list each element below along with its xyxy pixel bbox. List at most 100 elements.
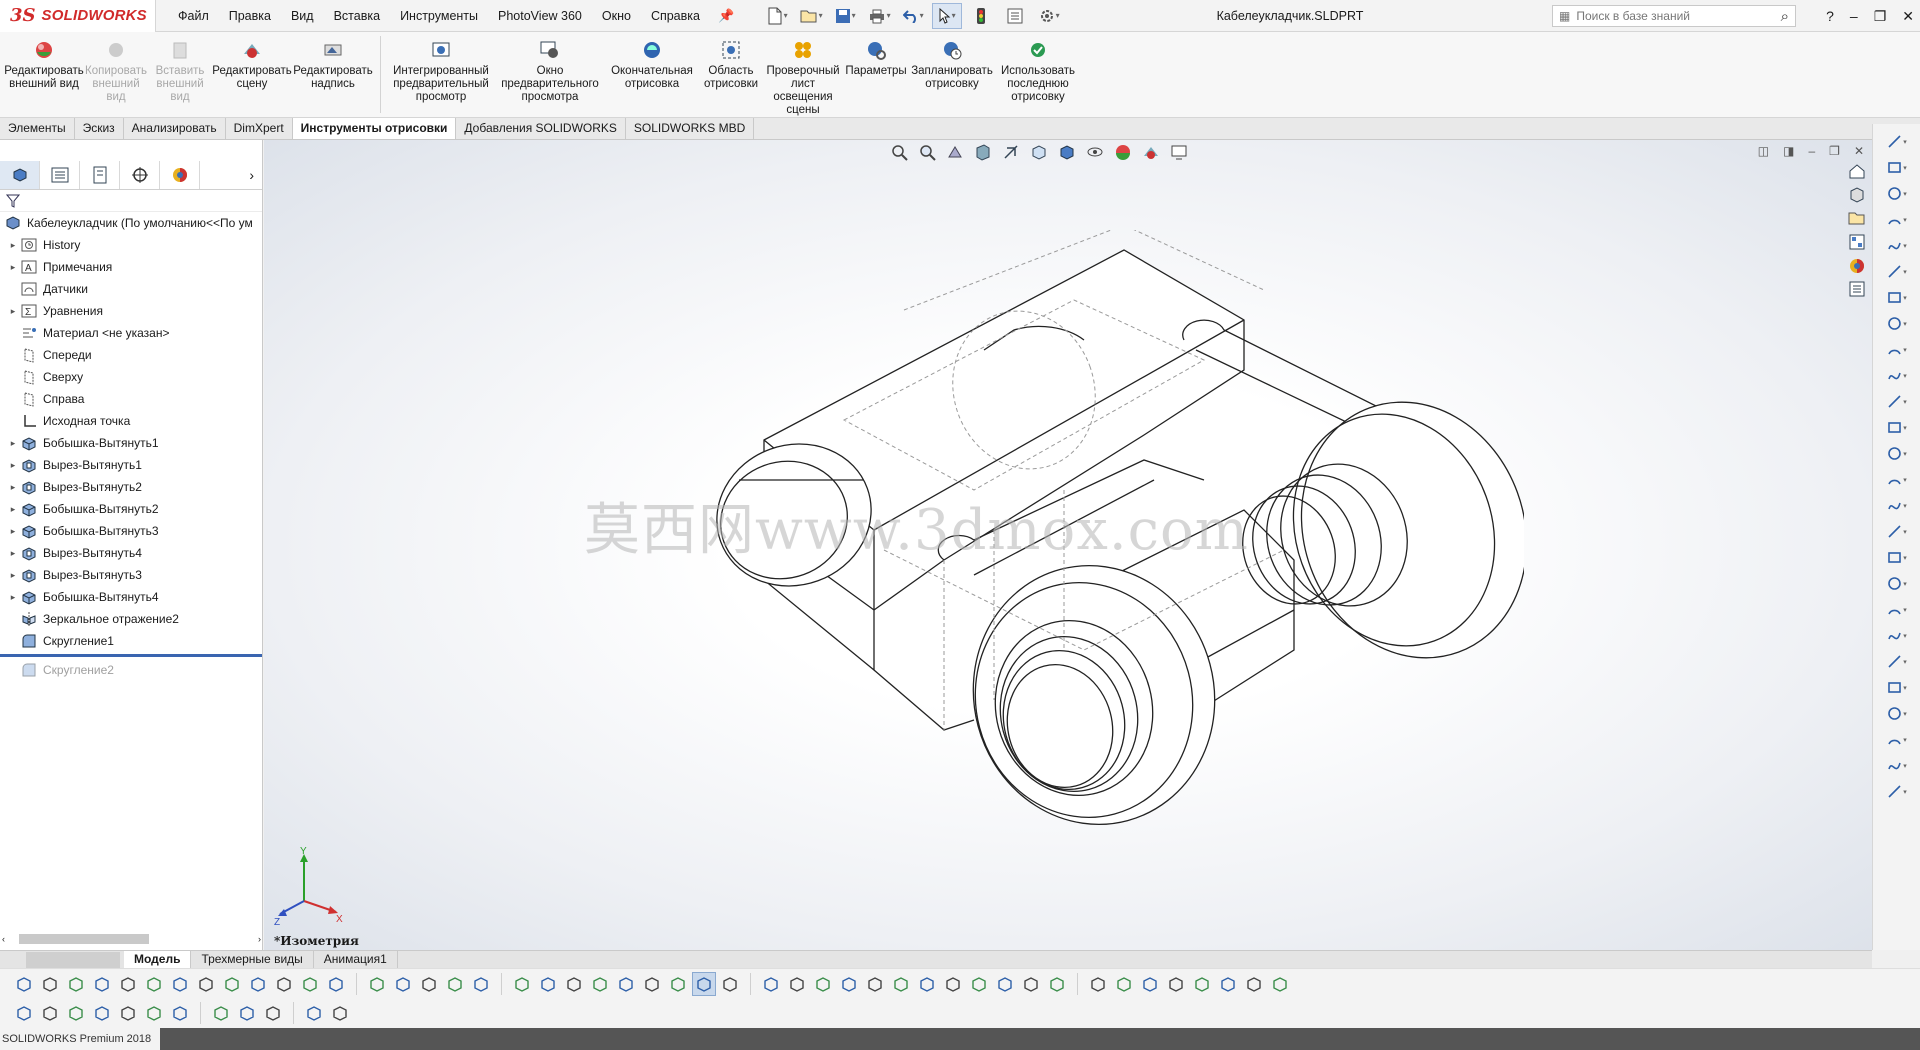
exit-sketch-icon[interactable]: [261, 1001, 285, 1025]
tab-sketch[interactable]: Эскиз: [75, 118, 124, 139]
expand-arrow-icon[interactable]: ▸: [6, 592, 20, 603]
point-icon[interactable]: ▾: [1877, 416, 1917, 439]
view-settings-icon[interactable]: [1168, 142, 1190, 162]
tab-navigation-arrows[interactable]: [26, 951, 120, 968]
design-library-icon[interactable]: [1845, 184, 1869, 206]
sketch-icon[interactable]: ▾: [1877, 130, 1917, 153]
drawing-sheet-icon[interactable]: [328, 1001, 352, 1025]
linear-pattern-icon[interactable]: ▾: [1877, 624, 1917, 647]
search-input[interactable]: Поиск в базе знаний: [1576, 9, 1690, 23]
rapid-sketch-icon[interactable]: ▾: [1877, 754, 1917, 777]
tree-item[interactable]: ▸ Вырез-Вытянуть4: [0, 542, 262, 564]
expand-arrow-icon[interactable]: ▸: [6, 262, 20, 273]
mirror-tool-icon[interactable]: [941, 972, 965, 996]
view-orientation-icon[interactable]: [1028, 142, 1050, 162]
render-options-button[interactable]: Параметры: [843, 32, 909, 117]
menu-photoview[interactable]: PhotoView 360: [488, 0, 592, 32]
restore-button[interactable]: ❐: [1874, 0, 1887, 32]
spelling-icon[interactable]: [12, 972, 36, 996]
front-view-icon[interactable]: [536, 972, 560, 996]
tree-filter[interactable]: [0, 190, 262, 212]
expand-arrow-icon[interactable]: ▸: [6, 548, 20, 559]
solidworks-logo[interactable]: 3S SOLIDWORKS: [0, 0, 156, 32]
menu-window[interactable]: Окно: [592, 0, 641, 32]
menu-file[interactable]: Файл: [168, 0, 219, 32]
tree-item[interactable]: Материал <не указан>: [0, 322, 262, 344]
ellipse-icon[interactable]: ▾: [1877, 338, 1917, 361]
photoview-icon[interactable]: [391, 972, 415, 996]
render-icon[interactable]: [365, 972, 389, 996]
isometric-view-icon[interactable]: [666, 972, 690, 996]
tab-evaluate[interactable]: Анализировать: [124, 118, 226, 139]
top-view-icon[interactable]: [640, 972, 664, 996]
new-assembly-icon[interactable]: [38, 1001, 62, 1025]
scroll-right-icon[interactable]: ›: [258, 934, 263, 944]
convert-entities-icon[interactable]: ▾: [1877, 546, 1917, 569]
zoom-to-area-icon[interactable]: [916, 142, 938, 162]
edit-scene-button[interactable]: Редактировать сцену: [212, 32, 292, 117]
chevron-right-icon[interactable]: ›: [249, 167, 262, 183]
property-manager-tab[interactable]: [40, 160, 80, 189]
wireframe-view-icon[interactable]: [718, 972, 742, 996]
tree-item[interactable]: ▸ A Примечания: [0, 256, 262, 278]
expand-arrow-icon[interactable]: ▸: [6, 460, 20, 471]
search-scope-icon[interactable]: ▦: [1559, 9, 1570, 23]
scene-tool-icon[interactable]: [469, 972, 493, 996]
expand-arrow-icon[interactable]: ▸: [6, 504, 20, 515]
edit-decal-button[interactable]: Редактировать надпись: [292, 32, 374, 117]
previous-view-icon[interactable]: [944, 142, 966, 162]
polygon-icon[interactable]: ▾: [1877, 390, 1917, 413]
rebuild-button[interactable]: [966, 3, 996, 29]
chamfer-tool-icon[interactable]: [1045, 972, 1069, 996]
left-view-icon[interactable]: [588, 972, 612, 996]
scrollbar-thumb[interactable]: [19, 934, 149, 944]
measure-icon[interactable]: [64, 972, 88, 996]
relations-tool-icon[interactable]: [837, 972, 861, 996]
solidworks-resources-icon[interactable]: [1845, 160, 1869, 182]
tree-item[interactable]: ▸ Σ Уравнения: [0, 300, 262, 322]
tree-item[interactable]: ▸ Бобышка-Вытянуть3: [0, 520, 262, 542]
section-icon[interactable]: [116, 972, 140, 996]
text-icon[interactable]: ▾: [1877, 468, 1917, 491]
menu-help[interactable]: Справка: [641, 0, 710, 32]
configuration-manager-tab[interactable]: [80, 160, 120, 189]
apply-scene-icon[interactable]: [1140, 142, 1162, 162]
open-assembly-icon[interactable]: [116, 1001, 140, 1025]
menu-tools[interactable]: Инструменты: [390, 0, 488, 32]
undo-button[interactable]: ▾: [898, 3, 928, 29]
edit-appearance-hud-icon[interactable]: [1112, 142, 1134, 162]
tree-horizontal-scrollbar[interactable]: ‹ ›: [0, 932, 263, 946]
new-drawing-icon[interactable]: [64, 1001, 88, 1025]
menu-view[interactable]: Вид: [281, 0, 324, 32]
illumination-proof-button[interactable]: Проверочный лист освещения сцены: [763, 32, 843, 117]
pattern-tool-icon[interactable]: [967, 972, 991, 996]
tree-item[interactable]: Исходная точка: [0, 410, 262, 432]
open-part-icon[interactable]: [90, 1001, 114, 1025]
circle-icon[interactable]: ▾: [1877, 260, 1917, 283]
tree-item[interactable]: ▸ Бобышка-Вытянуть1: [0, 432, 262, 454]
open-button[interactable]: ▾: [796, 3, 826, 29]
tree-item[interactable]: Сверху: [0, 366, 262, 388]
centerline-icon[interactable]: ▾: [1877, 442, 1917, 465]
edit-sketch-icon[interactable]: [235, 1001, 259, 1025]
schedule-render-button[interactable]: Запланировать отрисовку: [909, 32, 995, 117]
select-button[interactable]: ▾: [932, 2, 963, 29]
appearance-check-icon[interactable]: [417, 972, 441, 996]
rectangle-icon[interactable]: ▾: [1877, 208, 1917, 231]
tab-animation[interactable]: Анимация1: [314, 951, 398, 968]
instant2d-icon[interactable]: ▾: [1877, 780, 1917, 803]
split-vertical-icon[interactable]: ◨: [1783, 144, 1794, 158]
check-icon[interactable]: [142, 972, 166, 996]
final-render-button[interactable]: Окончательная отрисовка: [605, 32, 699, 117]
print-button[interactable]: ▾: [864, 3, 894, 29]
arc-icon[interactable]: ▾: [1877, 286, 1917, 309]
tree-item[interactable]: Датчики: [0, 278, 262, 300]
sketch-mode-icon[interactable]: [209, 1001, 233, 1025]
expand-arrow-icon[interactable]: ▸: [6, 306, 20, 317]
line-icon[interactable]: ▾: [1877, 182, 1917, 205]
mass-properties-icon[interactable]: [90, 972, 114, 996]
mirror-entities-icon[interactable]: ▾: [1877, 598, 1917, 621]
move-entities-icon[interactable]: ▾: [1877, 650, 1917, 673]
extend-tool-icon[interactable]: [889, 972, 913, 996]
drawing-view-icon[interactable]: [302, 1001, 326, 1025]
